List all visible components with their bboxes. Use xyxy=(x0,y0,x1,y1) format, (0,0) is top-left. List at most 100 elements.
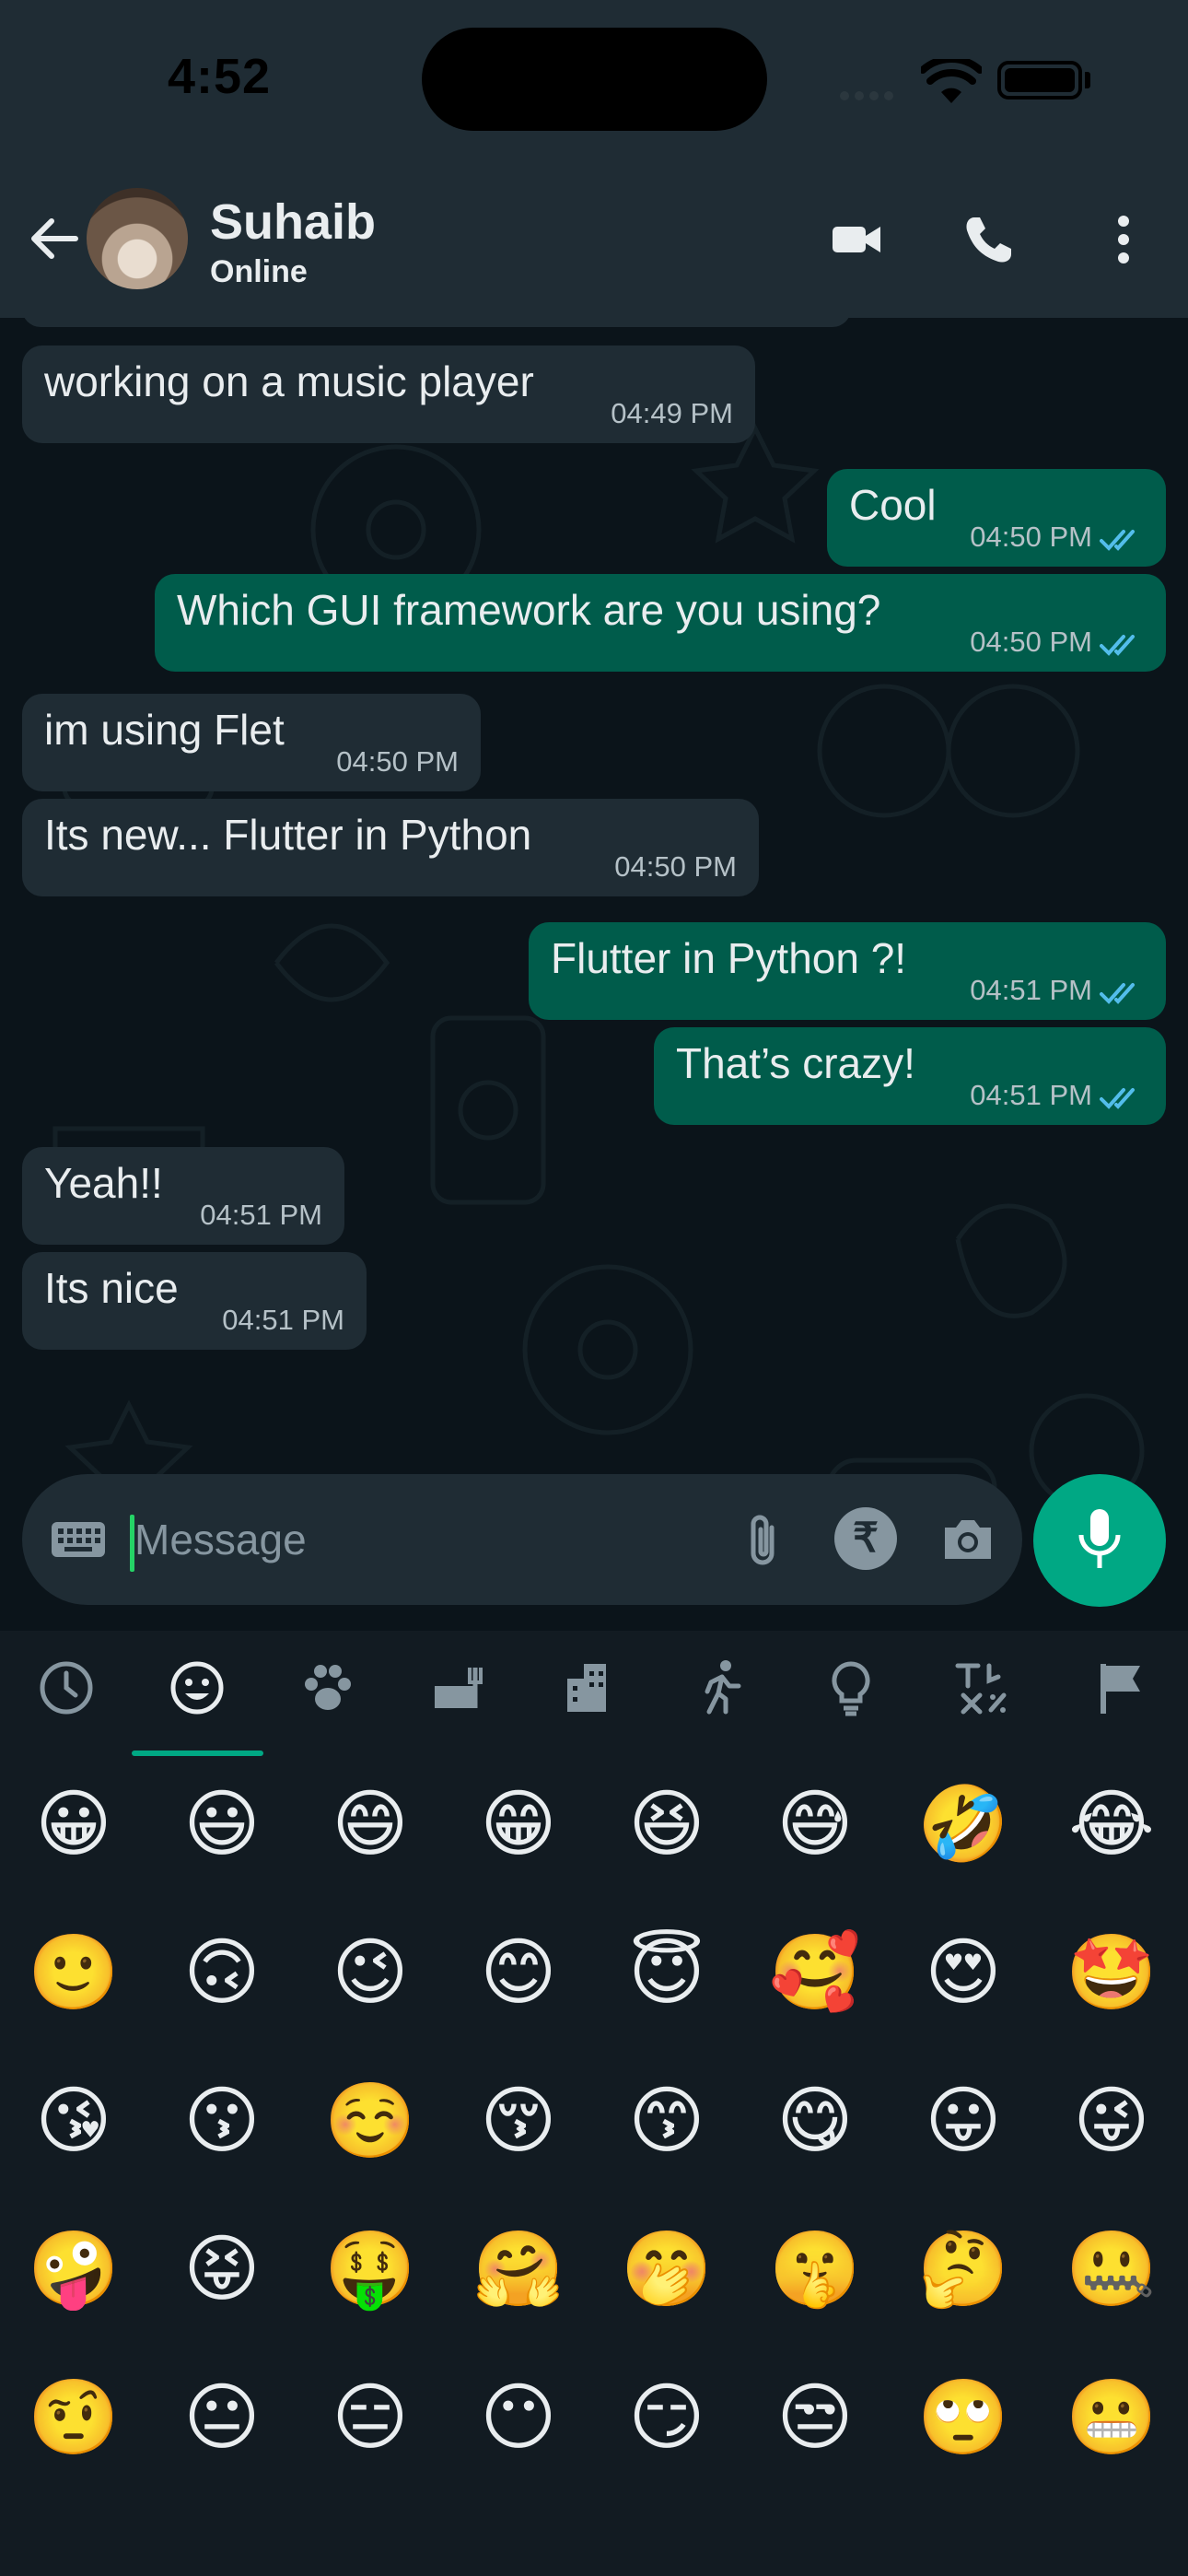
dynamic-island xyxy=(422,28,767,131)
emoji-key[interactable]: 😗 xyxy=(167,2066,277,2176)
smiley-category-icon[interactable] xyxy=(168,1658,227,1717)
keyboard-icon[interactable] xyxy=(50,1511,107,1568)
emoji-key[interactable]: 🤔 xyxy=(908,2214,1019,2324)
emoji-grid: 😀 😃 😄 😁 😆 😅 🤣 😂 🙂 🙃 😉 😊 😇 🥰 😍 🤩 😘 😗 ☺️ 😚 😙 😋 😛 😜 🤪 😝 🤑 🤗 🤭 🤫 🤔 🤐 🤨 😐 😑 😶 😏 😒 🙄… xyxy=(0,1769,1188,2561)
message-composer[interactable]: Message ₹ xyxy=(22,1474,1022,1605)
emoji-key[interactable]: 😏 xyxy=(611,2362,722,2473)
emoji-key[interactable]: 😙 xyxy=(611,2066,722,2176)
message-input[interactable]: Message xyxy=(134,1515,307,1564)
emoji-key[interactable]: 😘 xyxy=(18,2066,129,2176)
camera-icon[interactable] xyxy=(939,1511,996,1568)
battery-icon xyxy=(997,61,1082,100)
message-text: Its nice xyxy=(44,1264,179,1312)
voice-record-button[interactable] xyxy=(1033,1474,1166,1607)
activity-category-icon[interactable] xyxy=(691,1658,750,1717)
attach-icon[interactable] xyxy=(737,1511,792,1570)
chat-area[interactable]: working on a music player 04:49 PM Cool … xyxy=(0,318,1188,1631)
message-text: working on a music player xyxy=(44,357,534,405)
emoji-key[interactable]: 😋 xyxy=(760,2066,870,2176)
battery-tip xyxy=(1085,72,1090,88)
travel-category-icon[interactable] xyxy=(560,1658,619,1717)
message-bubble-outgoing[interactable]: Which GUI framework are you using? 04:50… xyxy=(155,574,1166,672)
contact-avatar[interactable] xyxy=(87,188,188,289)
message-bubble-incoming[interactable]: working on a music player 04:49 PM xyxy=(22,345,755,443)
message-bubble-incoming[interactable]: Yeah!! 04:51 PM xyxy=(22,1147,344,1245)
message-bubble-incoming[interactable]: Its nice 04:51 PM xyxy=(22,1252,367,1350)
message-time: 04:50 PM xyxy=(336,745,459,778)
message-time: 04:50 PM xyxy=(970,626,1092,658)
emoji-key[interactable]: 🤣 xyxy=(908,1769,1019,1879)
emoji-key[interactable]: 🤭 xyxy=(611,2214,722,2324)
microphone-icon xyxy=(1078,1509,1121,1568)
more-options-icon[interactable] xyxy=(1096,212,1151,267)
recent-emoji-icon[interactable] xyxy=(37,1658,96,1717)
back-arrow-icon[interactable] xyxy=(28,212,81,265)
emoji-keyboard: 😀 😃 😄 😁 😆 😅 🤣 😂 🙂 🙃 😉 😊 😇 🥰 😍 🤩 😘 😗 ☺️ 😚 😙 😋 😛 😜 🤪 😝 🤑 🤗 🤭 🤫 🤔 🤐 🤨 😐 😑 😶 😏 😒 🙄… xyxy=(0,1631,1188,2576)
message-bubble-incoming[interactable]: im using Flet 04:50 PM xyxy=(22,694,481,791)
emoji-key[interactable]: 🤗 xyxy=(463,2214,574,2324)
emoji-key[interactable]: 😍 xyxy=(908,1917,1019,2028)
message-bubble-outgoing[interactable]: Cool 04:50 PM xyxy=(827,469,1166,567)
contact-status: Online xyxy=(210,254,308,289)
emoji-key[interactable]: 🤫 xyxy=(760,2214,870,2324)
emoji-key[interactable]: 😄 xyxy=(315,1769,425,1879)
symbols-category-icon[interactable] xyxy=(952,1658,1011,1717)
read-receipt-icon xyxy=(1100,1088,1135,1109)
emoji-key[interactable]: 😛 xyxy=(908,2066,1019,2176)
previous-message-edge xyxy=(22,318,851,327)
emoji-key[interactable]: 🙂 xyxy=(18,1917,129,2028)
objects-category-icon[interactable] xyxy=(821,1658,880,1717)
emoji-key[interactable]: 🤩 xyxy=(1056,1917,1167,2028)
message-bubble-incoming[interactable]: Its new... Flutter in Python 04:50 PM xyxy=(22,799,759,896)
chat-header: Suhaib Online xyxy=(0,166,1188,318)
message-time: 04:50 PM xyxy=(614,850,737,883)
emoji-key[interactable]: 😇 xyxy=(611,1917,722,2028)
read-receipt-icon xyxy=(1100,983,1135,1004)
video-call-icon[interactable] xyxy=(829,212,884,267)
emoji-key[interactable]: 🤑 xyxy=(315,2214,425,2324)
emoji-key[interactable]: 😅 xyxy=(760,1769,870,1879)
voice-call-icon[interactable] xyxy=(961,212,1017,267)
emoji-key[interactable]: 😆 xyxy=(611,1769,722,1879)
flags-category-icon[interactable] xyxy=(1094,1658,1153,1717)
message-time: 04:51 PM xyxy=(200,1199,322,1231)
emoji-key[interactable]: 😚 xyxy=(463,2066,574,2176)
message-text: Which GUI framework are you using? xyxy=(177,586,881,634)
emoji-key[interactable]: ☺️ xyxy=(315,2066,425,2176)
emoji-key[interactable]: 🤪 xyxy=(18,2214,129,2324)
emoji-key[interactable]: 😃 xyxy=(167,1769,277,1879)
food-category-icon[interactable] xyxy=(429,1658,488,1717)
message-bubble-outgoing[interactable]: Flutter in Python ?! 04:51 PM xyxy=(529,922,1166,1020)
payment-icon[interactable]: ₹ xyxy=(834,1507,897,1570)
emoji-key[interactable]: 😶 xyxy=(463,2362,574,2473)
emoji-key[interactable]: 🥰 xyxy=(760,1917,870,2028)
emoji-key[interactable]: 😐 xyxy=(167,2362,277,2473)
message-text: im using Flet xyxy=(44,706,285,754)
message-time: 04:51 PM xyxy=(970,1079,1092,1111)
contact-name[interactable]: Suhaib xyxy=(210,193,376,251)
read-receipt-icon xyxy=(1100,635,1135,656)
emoji-key[interactable]: 🤐 xyxy=(1056,2214,1167,2324)
emoji-key[interactable]: 😂 xyxy=(1056,1769,1167,1879)
emoji-key[interactable]: 😑 xyxy=(315,2362,425,2473)
animals-category-icon[interactable] xyxy=(298,1658,357,1717)
emoji-key[interactable]: 😉 xyxy=(315,1917,425,2028)
emoji-key[interactable]: 😒 xyxy=(760,2362,870,2473)
emoji-category-bar xyxy=(0,1631,1188,1760)
cellular-signal-icon xyxy=(840,88,904,100)
emoji-key[interactable]: 😝 xyxy=(167,2214,277,2324)
emoji-key[interactable]: 😀 xyxy=(18,1769,129,1879)
message-text: Yeah!! xyxy=(44,1159,163,1207)
read-receipt-icon xyxy=(1100,530,1135,551)
emoji-key[interactable]: 😬 xyxy=(1056,2362,1167,2473)
message-bubble-outgoing[interactable]: That’s crazy! 04:51 PM xyxy=(654,1027,1166,1125)
message-text: Its new... Flutter in Python xyxy=(44,811,532,859)
emoji-key[interactable]: 🙄 xyxy=(908,2362,1019,2473)
message-time: 04:51 PM xyxy=(970,974,1092,1006)
emoji-key[interactable]: 😊 xyxy=(463,1917,574,2028)
emoji-key[interactable]: 🤨 xyxy=(18,2362,129,2473)
emoji-key[interactable]: 🙃 xyxy=(167,1917,277,2028)
emoji-key[interactable]: 😜 xyxy=(1056,2066,1167,2176)
status-bar: 4:52 xyxy=(0,0,1188,166)
emoji-key[interactable]: 😁 xyxy=(463,1769,574,1879)
